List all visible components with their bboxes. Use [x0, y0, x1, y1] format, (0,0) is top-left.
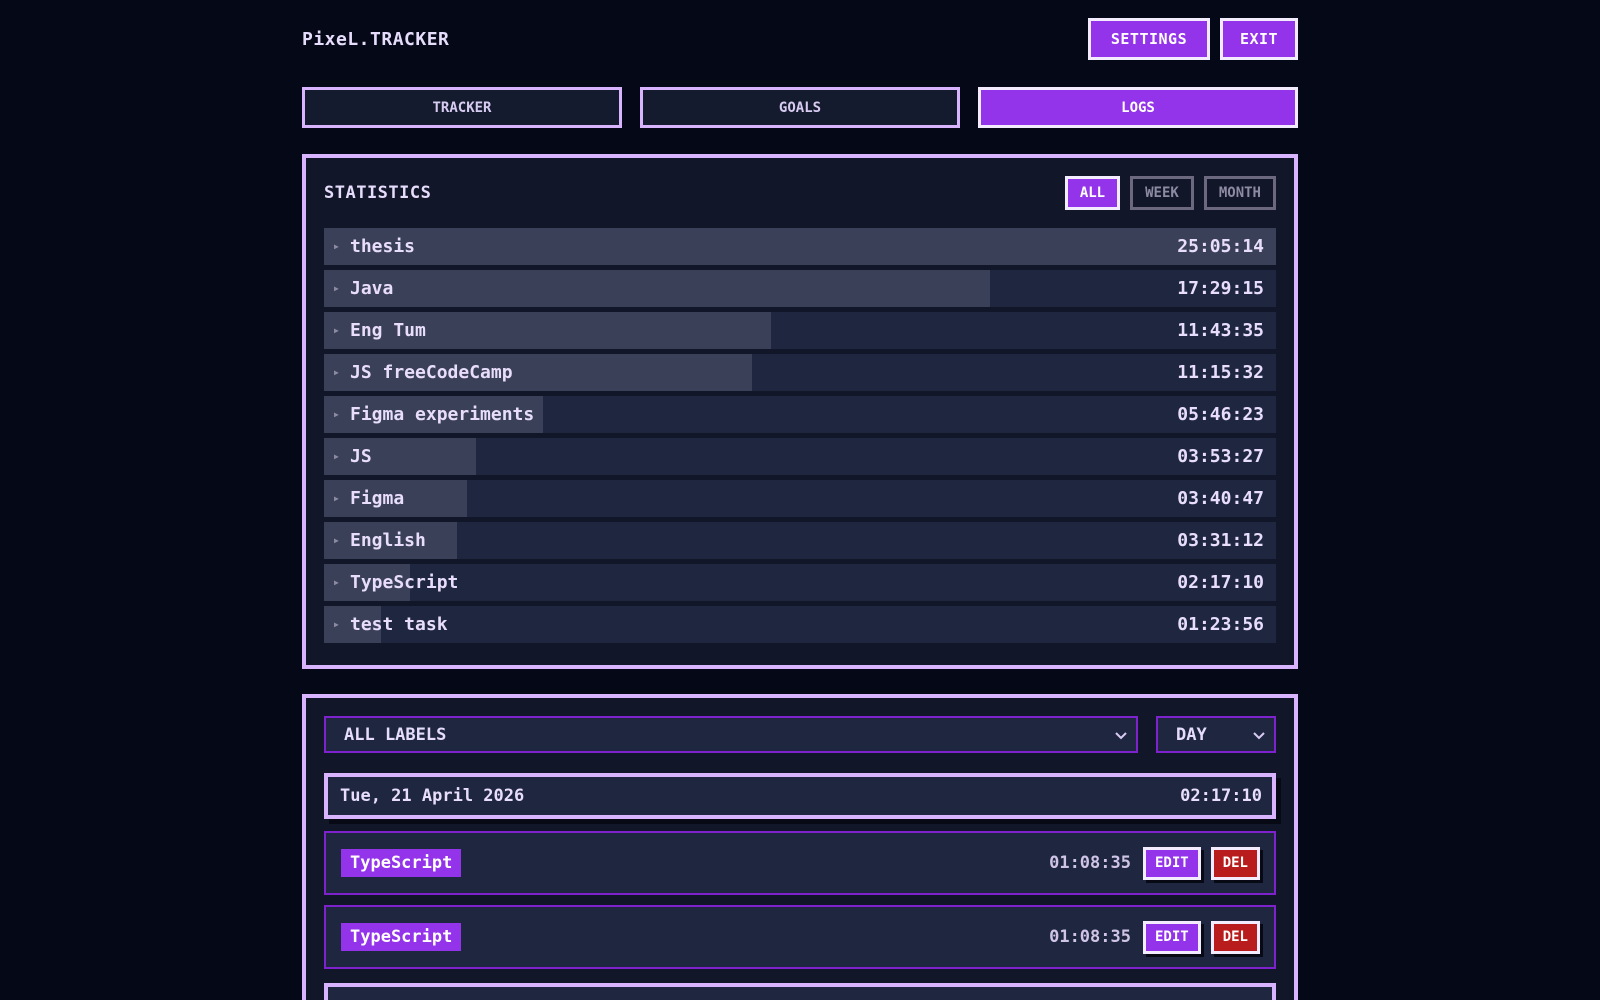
stat-row[interactable]: ▶ English 03:31:12 [324, 522, 1276, 559]
period-select[interactable]: DAY [1156, 716, 1276, 753]
stat-label: English [350, 530, 426, 551]
period-filters: ALL WEEK MONTH [1064, 176, 1276, 210]
entry-actions: 01:08:35 EDIT DEL [1049, 846, 1260, 880]
stat-label: Figma [350, 488, 405, 509]
stat-duration: 01:23:56 [1177, 614, 1264, 635]
stat-row[interactable]: ▶ Java 17:29:15 [324, 270, 1276, 307]
filter-all-button[interactable]: ALL [1064, 176, 1121, 210]
chevron-down-icon [1253, 731, 1265, 739]
edit-entry-button[interactable]: EDIT [1142, 920, 1201, 954]
statistics-header: STATISTICS ALL WEEK MONTH [324, 176, 1276, 210]
caret-right-icon: ▶ [334, 578, 339, 587]
filter-week-button[interactable]: WEEK [1130, 176, 1194, 210]
log-entry: TypeScript 01:08:35 EDIT DEL [324, 831, 1276, 895]
stat-duration: 03:31:12 [1177, 530, 1264, 551]
app-page: PixeL.TRACKER SETTINGS EXIT TRACKER GOAL… [0, 0, 1600, 1000]
app-header: PixeL.TRACKER SETTINGS EXIT [302, 18, 1298, 60]
settings-button[interactable]: SETTINGS [1088, 18, 1210, 60]
day-date: Tue, 21 April 2026 [340, 786, 525, 806]
label-filter-value: ALL LABELS [344, 724, 447, 745]
day-total-time: 02:17:10 [1180, 786, 1262, 806]
edit-entry-button[interactable]: EDIT [1142, 846, 1201, 880]
stat-row[interactable]: ▶ Figma 03:40:47 [324, 480, 1276, 517]
statistics-list: ▶ thesis 25:05:14 ▶ Java 17:29:15 ▶ Eng Tum 11… [324, 228, 1276, 648]
logs-panel: ALL LABELS DAY Tue, 21 April 2026 02:17:… [302, 694, 1298, 1000]
stat-duration: 03:40:47 [1177, 488, 1264, 509]
caret-right-icon: ▶ [334, 326, 339, 335]
entry-actions: 01:08:35 EDIT DEL [1049, 920, 1260, 954]
caret-right-icon: ▶ [334, 620, 339, 629]
stat-row[interactable]: ▶ TypeScript 02:17:10 [324, 564, 1276, 601]
stat-duration: 02:17:10 [1177, 572, 1264, 593]
stat-label: Eng Tum [350, 320, 426, 341]
caret-right-icon: ▶ [334, 368, 339, 377]
stat-row[interactable]: ▶ Figma experiments 05:46:23 [324, 396, 1276, 433]
stat-duration: 05:46:23 [1177, 404, 1264, 425]
caret-right-icon: ▶ [334, 410, 339, 419]
caret-right-icon: ▶ [334, 494, 339, 503]
chevron-down-icon [1115, 731, 1127, 739]
main-nav: TRACKER GOALS LOGS [302, 87, 1298, 128]
stat-row[interactable]: ▶ test task 01:23:56 [324, 606, 1276, 643]
stat-label: JS [350, 446, 372, 467]
caret-right-icon: ▶ [334, 242, 339, 251]
delete-entry-button[interactable]: DEL [1210, 846, 1260, 880]
stat-label: thesis [350, 236, 416, 257]
log-entry: TypeScript 01:08:35 EDIT DEL [324, 905, 1276, 969]
header-actions: SETTINGS EXIT [1088, 18, 1298, 60]
period-value: DAY [1176, 724, 1207, 745]
stat-label: Figma experiments [350, 404, 535, 425]
stat-row[interactable]: ▶ JS freeCodeCamp 11:15:32 [324, 354, 1276, 391]
stat-label: JS freeCodeCamp [350, 362, 513, 383]
stat-row[interactable]: ▶ JS 03:53:27 [324, 438, 1276, 475]
stat-duration: 11:15:32 [1177, 362, 1264, 383]
entry-label-tag: TypeScript [341, 849, 462, 877]
entry-label-tag: TypeScript [341, 923, 462, 951]
exit-button[interactable]: EXIT [1220, 18, 1298, 60]
stat-row[interactable]: ▶ Eng Tum 11:43:35 [324, 312, 1276, 349]
stat-duration: 25:05:14 [1177, 236, 1264, 257]
caret-right-icon: ▶ [334, 536, 339, 545]
caret-right-icon: ▶ [334, 284, 339, 293]
tab-logs[interactable]: LOGS [978, 87, 1298, 128]
statistics-title: STATISTICS [324, 183, 432, 203]
tab-tracker[interactable]: TRACKER [302, 87, 622, 128]
log-filters: ALL LABELS DAY [324, 716, 1276, 753]
app-logo: PixeL.TRACKER [302, 28, 450, 50]
stat-label: Java [350, 278, 394, 299]
stat-duration: 03:53:27 [1177, 446, 1264, 467]
day-header: Tue, 21 April 2026 02:17:10 [324, 773, 1276, 819]
stat-label: TypeScript [350, 572, 459, 593]
statistics-panel: STATISTICS ALL WEEK MONTH ▶ thesis 25:05:1… [302, 154, 1298, 669]
stat-row[interactable]: ▶ thesis 25:05:14 [324, 228, 1276, 265]
stat-label: test task [350, 614, 448, 635]
tab-goals[interactable]: GOALS [640, 87, 960, 128]
stat-duration: 17:29:15 [1177, 278, 1264, 299]
stat-duration: 11:43:35 [1177, 320, 1264, 341]
caret-right-icon: ▶ [334, 452, 339, 461]
entry-duration: 01:08:35 [1049, 853, 1131, 873]
next-day-header [324, 983, 1276, 1000]
filter-month-button[interactable]: MONTH [1203, 176, 1276, 210]
delete-entry-button[interactable]: DEL [1210, 920, 1260, 954]
label-filter-select[interactable]: ALL LABELS [324, 716, 1138, 753]
entry-duration: 01:08:35 [1049, 927, 1131, 947]
